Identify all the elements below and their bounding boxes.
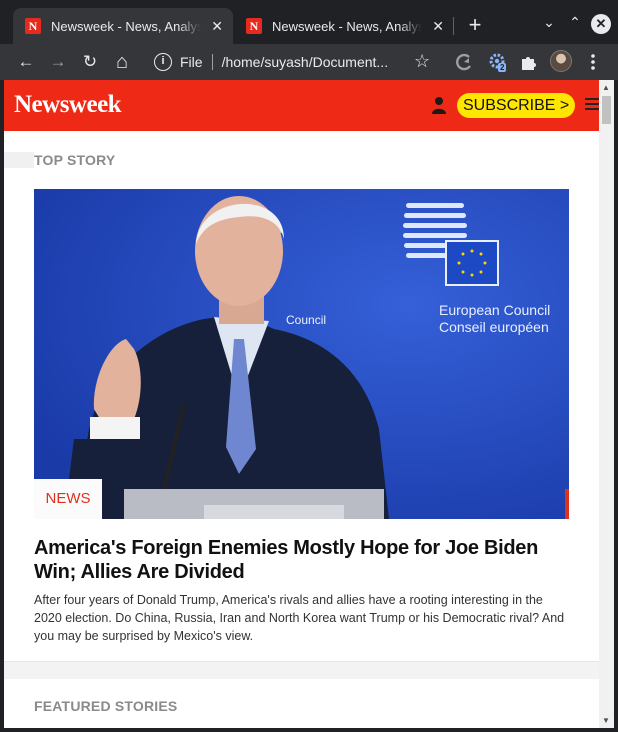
- maximize-icon[interactable]: ⌃: [565, 14, 585, 31]
- puzzle-extensions-icon[interactable]: [518, 51, 540, 73]
- newsweek-logo[interactable]: Newsweek: [14, 91, 122, 119]
- hero-sign-line1: European Council: [439, 302, 550, 318]
- refresh-extension-icon[interactable]: [454, 51, 476, 73]
- story-headline[interactable]: America's Foreign Enemies Mostly Hope fo…: [34, 536, 574, 584]
- browser-toolbar: ← → ↻ ⌂ i File /home/suyash/Document... …: [0, 44, 618, 80]
- scroll-thumb[interactable]: [602, 96, 611, 124]
- forward-icon[interactable]: →: [47, 51, 69, 73]
- site-info-icon[interactable]: i: [154, 53, 172, 71]
- reload-icon[interactable]: ↻: [79, 51, 101, 73]
- hero-image[interactable]: European Council Conseil européen Counci…: [34, 189, 569, 519]
- subscribe-button[interactable]: SUBSCRIBE >: [457, 93, 576, 118]
- url-divider: [211, 54, 213, 70]
- story-summary: After four years of Donald Trump, Americ…: [34, 593, 565, 643]
- top-story-label: TOP STORY: [34, 152, 116, 168]
- hero-photo-biden: European Council Conseil européen Counci…: [34, 189, 569, 519]
- new-tab-button[interactable]: +: [464, 14, 486, 36]
- browser-tab-active[interactable]: N Newsweek - News, Analysis ✕: [13, 8, 233, 44]
- scroll-up-icon[interactable]: ▲: [602, 83, 610, 92]
- scroll-down-icon[interactable]: ▼: [602, 716, 610, 725]
- page-viewport: Newsweek SUBSCRIBE > TOP STORY European …: [4, 80, 614, 728]
- browser-window: N Newsweek - News, Analysis ✕ N Newsweek…: [0, 0, 618, 732]
- bookmark-star-icon[interactable]: ☆: [414, 51, 430, 72]
- page-tab-marker: [4, 152, 34, 168]
- window-close-icon[interactable]: ✕: [591, 14, 611, 34]
- newsweek-favicon-icon: N: [25, 18, 41, 34]
- eu-flag-icon: [445, 240, 499, 286]
- tab-strip: N Newsweek - News, Analysis ✕ N Newsweek…: [0, 0, 618, 44]
- minimize-icon[interactable]: ⌄: [539, 14, 559, 31]
- tab-title: Newsweek - News, Analysis: [51, 18, 202, 34]
- hero-sign-line2: Conseil européen: [439, 319, 549, 335]
- tab-close-icon[interactable]: ✕: [209, 18, 225, 35]
- hamburger-menu-icon[interactable]: [585, 98, 599, 112]
- newsweek-favicon-icon: N: [246, 18, 262, 34]
- featured-stories-label: FEATURED STORIES: [34, 698, 178, 714]
- url-text[interactable]: /home/suyash/Document...: [222, 54, 389, 70]
- section-divider: [4, 661, 599, 679]
- back-icon[interactable]: ←: [15, 51, 37, 73]
- page-scrollbar[interactable]: ▲ ▼: [599, 80, 614, 728]
- tab-separator: [453, 17, 454, 35]
- kebab-menu-icon[interactable]: [582, 51, 604, 73]
- extension-badge: 2: [498, 63, 507, 72]
- profile-avatar[interactable]: [550, 50, 572, 72]
- user-account-icon[interactable]: [431, 96, 447, 114]
- tab-title: Newsweek - News, Analysis: [272, 18, 423, 34]
- category-tag[interactable]: NEWS: [34, 479, 102, 519]
- home-icon[interactable]: ⌂: [111, 51, 133, 73]
- tab-close-icon[interactable]: ✕: [430, 18, 446, 35]
- browser-tab-inactive[interactable]: N Newsweek - News, Analysis ✕: [234, 8, 454, 44]
- url-scheme: File: [180, 54, 203, 70]
- site-header: Newsweek SUBSCRIBE >: [4, 80, 599, 131]
- hero-partial-sign: Council: [286, 313, 326, 327]
- address-bar[interactable]: i File /home/suyash/Document...: [145, 48, 440, 76]
